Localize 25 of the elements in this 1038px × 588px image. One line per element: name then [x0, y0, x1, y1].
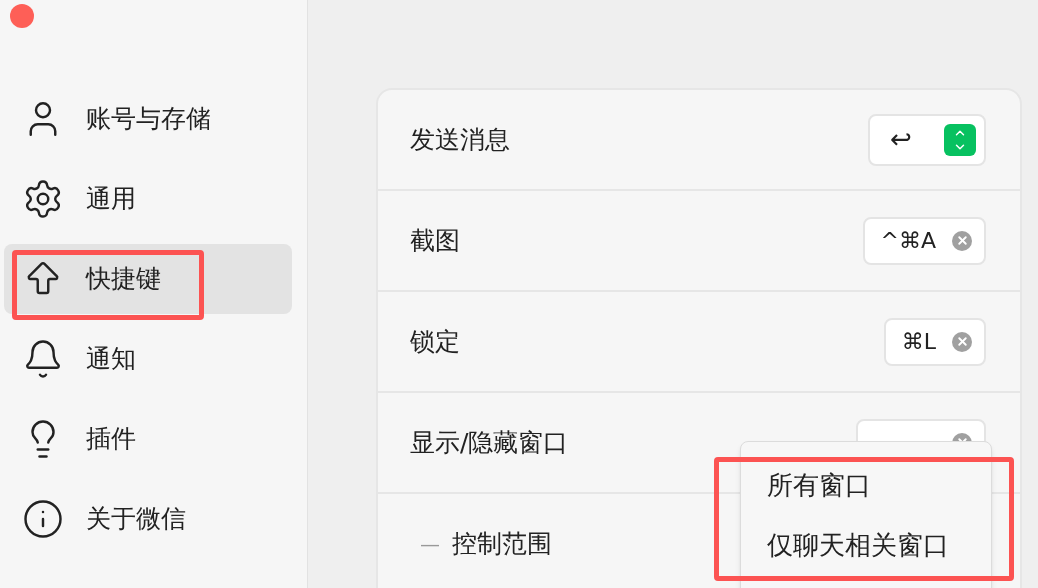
sidebar-label: 插件: [86, 423, 136, 456]
shortcut-field[interactable]: ⌘L: [883, 317, 986, 366]
dropdown-option[interactable]: 仅聊天相关窗口: [767, 526, 991, 564]
clear-icon[interactable]: [952, 331, 972, 352]
sidebar-label: 通用: [86, 183, 136, 216]
clear-icon[interactable]: [952, 230, 972, 251]
shortcut-label: 截图: [410, 224, 460, 257]
shortcut-label: 发送消息: [410, 123, 510, 156]
shortcut-field[interactable]: ^⌘A: [862, 216, 986, 265]
shortcut-select[interactable]: ↩: [868, 113, 986, 166]
sidebar-label: 关于微信: [86, 503, 186, 536]
sidebar-item[interactable]: 插件: [4, 404, 292, 474]
shortcut-label: 显示/隐藏窗口: [410, 426, 569, 459]
sidebar-item[interactable]: 关于微信: [4, 484, 292, 554]
shortcut-label: 锁定: [410, 325, 460, 358]
sidebar-label: 通知: [86, 343, 136, 376]
sidebar-label: 快捷键: [86, 263, 161, 296]
sidebar-label: 账号与存储: [86, 103, 211, 136]
sidebar-item[interactable]: 账号与存储: [4, 84, 292, 154]
sidebar-item[interactable]: 通知: [4, 324, 292, 394]
sidebar-item[interactable]: 通用: [4, 164, 292, 234]
sub-setting-label: 控制范围: [452, 528, 552, 561]
dropdown-option[interactable]: 所有窗口: [767, 466, 991, 504]
info-icon: [22, 498, 64, 540]
stepper-icon: [944, 123, 976, 156]
